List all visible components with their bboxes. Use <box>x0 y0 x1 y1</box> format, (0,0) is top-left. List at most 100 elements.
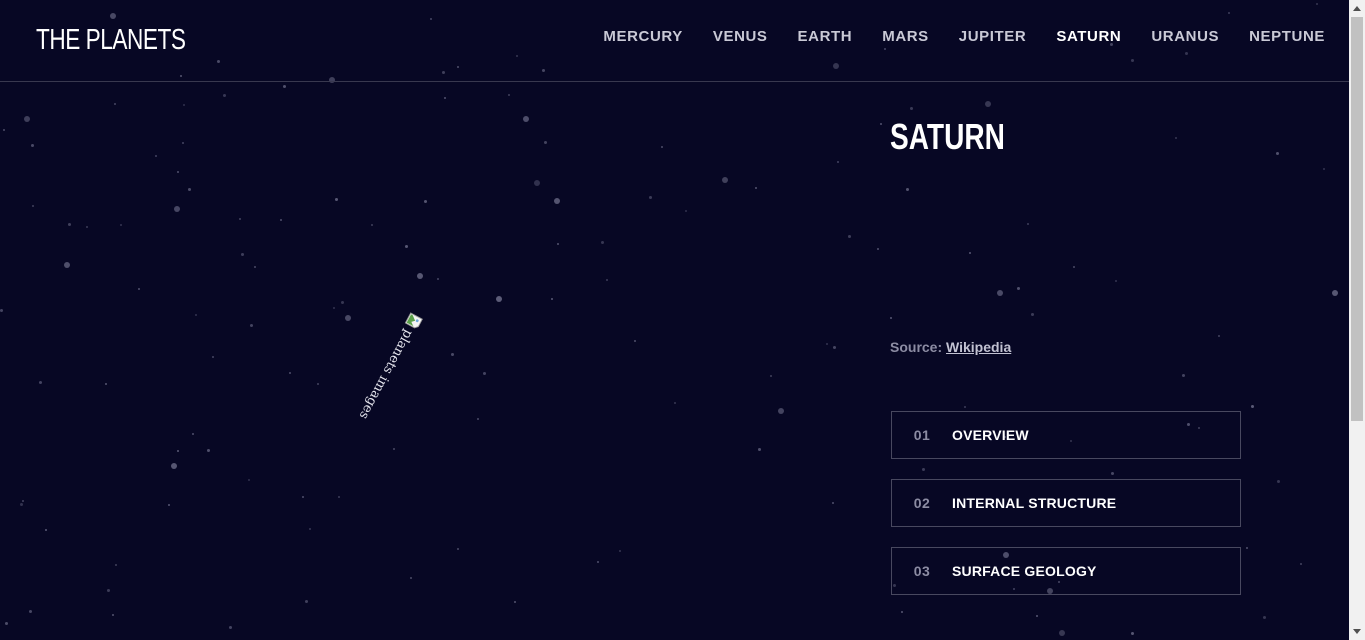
scroll-down-arrow-icon[interactable] <box>1349 623 1365 640</box>
scroll-up-arrow-icon[interactable] <box>1349 0 1365 17</box>
star <box>317 383 319 385</box>
star <box>444 97 446 99</box>
star <box>1115 280 1117 282</box>
star <box>523 116 529 122</box>
star <box>335 198 338 201</box>
tab-surface-geology[interactable]: 03 SURFACE GEOLOGY <box>891 547 1241 595</box>
star <box>32 205 34 207</box>
star <box>477 418 479 420</box>
star <box>241 253 244 256</box>
star <box>619 550 621 552</box>
star <box>649 196 652 199</box>
star <box>29 610 32 613</box>
nav-link-saturn[interactable]: SATURN <box>1056 27 1121 47</box>
star <box>105 383 107 385</box>
star <box>302 496 304 498</box>
nav-link-jupiter[interactable]: JUPITER <box>959 27 1027 47</box>
tab-number: 03 <box>913 563 931 579</box>
star <box>338 496 340 498</box>
star <box>985 101 991 107</box>
star <box>1323 168 1325 170</box>
source-line: Source: Wikipedia <box>890 339 1011 355</box>
scrollbar-thumb[interactable] <box>1351 17 1363 421</box>
star <box>3 129 5 131</box>
star <box>457 548 459 550</box>
star <box>1031 313 1034 316</box>
star <box>906 188 909 191</box>
star <box>155 155 157 157</box>
star <box>832 502 834 504</box>
star <box>544 141 547 144</box>
star <box>138 288 140 290</box>
nav-link-earth[interactable]: EARTH <box>798 27 853 47</box>
star <box>45 529 47 531</box>
star <box>250 324 253 327</box>
star <box>289 372 291 374</box>
star <box>833 346 836 349</box>
star <box>661 146 663 148</box>
star <box>1218 335 1220 337</box>
star <box>424 200 427 203</box>
star <box>826 343 828 345</box>
star <box>371 224 373 226</box>
nav-link-neptune[interactable]: NEPTUNE <box>1249 27 1325 47</box>
star <box>417 273 423 279</box>
site-logo[interactable]: THE PLANETS <box>36 22 186 58</box>
star <box>1175 137 1177 139</box>
site-header: THE PLANETS MERCURY VENUS EARTH MARS JUP… <box>0 0 1349 82</box>
source-prefix: Source: <box>890 339 943 355</box>
star <box>1300 563 1302 565</box>
star <box>410 577 412 579</box>
star <box>877 248 879 250</box>
tab-overview[interactable]: 01 OVERVIEW <box>891 411 1241 459</box>
star <box>437 278 439 280</box>
star <box>606 279 608 281</box>
star <box>0 309 3 312</box>
star <box>1276 152 1279 155</box>
star <box>674 402 676 404</box>
nav-link-mercury[interactable]: MERCURY <box>603 27 682 47</box>
star <box>837 161 839 163</box>
star <box>393 448 395 450</box>
star <box>223 94 226 97</box>
nav-link-mars[interactable]: MARS <box>882 27 929 47</box>
star <box>177 171 179 173</box>
star <box>195 314 197 316</box>
star <box>212 356 214 358</box>
star <box>1131 632 1134 635</box>
star <box>1246 547 1248 549</box>
star <box>229 626 232 629</box>
nav-link-venus[interactable]: VENUS <box>713 27 768 47</box>
star <box>508 94 510 96</box>
planet-image: planets images <box>356 312 462 422</box>
planet-title: SATURN <box>890 116 1005 157</box>
star <box>1073 266 1075 268</box>
star <box>68 223 71 226</box>
star <box>514 601 516 603</box>
star <box>969 252 971 254</box>
star <box>333 307 335 309</box>
star <box>1059 630 1065 636</box>
star <box>778 408 784 414</box>
tab-internal-structure[interactable]: 02 INTERNAL STRUCTURE <box>891 479 1241 527</box>
vertical-scrollbar[interactable] <box>1349 0 1365 640</box>
tab-number: 01 <box>913 427 931 443</box>
star <box>345 315 351 321</box>
star <box>601 241 604 244</box>
source-link[interactable]: Wikipedia <box>946 339 1011 355</box>
star <box>1027 223 1029 225</box>
star <box>880 123 882 125</box>
star <box>1251 405 1254 408</box>
star <box>168 504 170 506</box>
star <box>248 479 250 481</box>
nav-link-uranus[interactable]: URANUS <box>1151 27 1219 47</box>
star <box>1036 615 1038 617</box>
star <box>755 187 757 189</box>
star <box>239 218 241 220</box>
star <box>1332 290 1338 296</box>
star <box>192 433 194 435</box>
tab-label: INTERNAL STRUCTURE <box>952 495 1117 511</box>
star <box>1277 480 1280 483</box>
star <box>305 600 308 603</box>
star <box>405 245 408 248</box>
